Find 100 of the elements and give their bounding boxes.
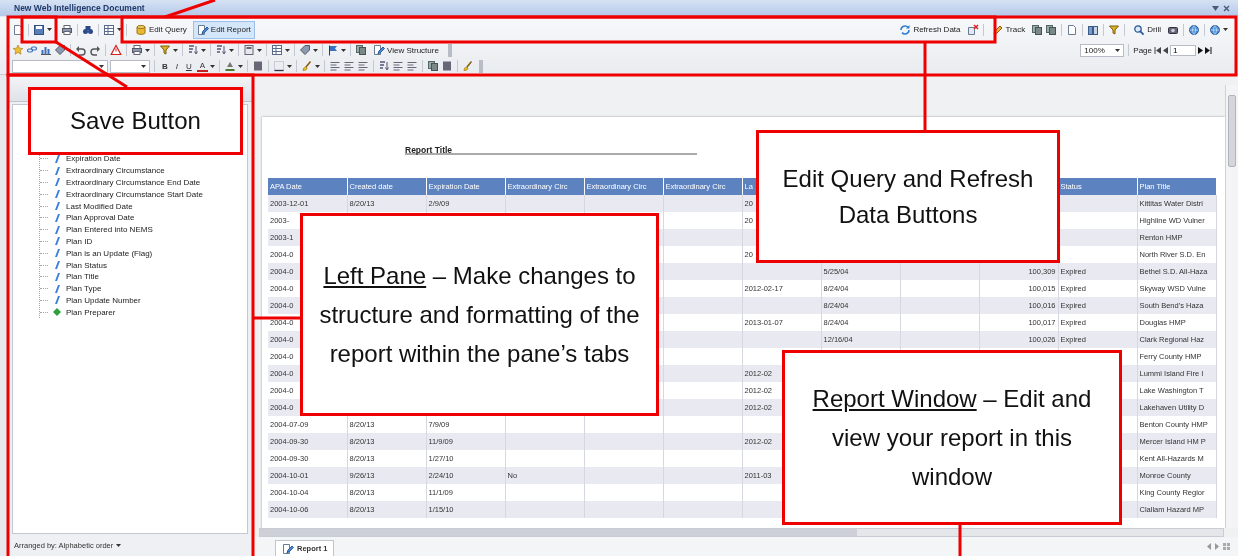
edit-report-button[interactable]: Edit Report [192, 20, 255, 39]
vertical-scrollbar[interactable] [1225, 85, 1238, 528]
tree-item[interactable]: Extraordinary Circumstance End Date [66, 178, 201, 187]
caret-icon[interactable] [173, 48, 178, 52]
tree-item[interactable]: Plan Status [66, 260, 107, 270]
tag-icon[interactable] [54, 44, 66, 56]
brush-icon[interactable] [462, 60, 475, 72]
align-icon[interactable] [357, 60, 370, 72]
sort-icon[interactable] [215, 44, 227, 56]
tree-item[interactable]: Last Modified Date [66, 201, 133, 211]
undo-icon[interactable] [75, 44, 87, 56]
refresh-icon [899, 23, 912, 36]
caret-icon[interactable] [145, 48, 150, 52]
caret-icon[interactable] [117, 28, 122, 31]
document-icon[interactable] [1066, 23, 1079, 36]
filter-icon[interactable] [159, 44, 171, 56]
document-icon[interactable] [12, 23, 24, 36]
sort-icon[interactable] [187, 44, 199, 56]
caret-icon[interactable] [99, 64, 104, 68]
caret-icon[interactable] [285, 48, 290, 52]
track-button[interactable]: Track [987, 20, 1030, 39]
next-page-icon[interactable] [1198, 46, 1203, 54]
caret-icon[interactable] [287, 64, 293, 68]
first-page-icon[interactable] [1154, 46, 1161, 54]
drill-button[interactable]: Drill [1129, 20, 1165, 39]
printer-icon[interactable] [131, 44, 143, 56]
tree-item[interactable]: Plan Type [66, 284, 102, 294]
callout-text: Save Button [70, 106, 201, 136]
link-icon[interactable] [26, 44, 38, 56]
tree-item[interactable]: Expiration Date [66, 154, 121, 164]
globe-icon[interactable] [1188, 23, 1200, 36]
printer-icon[interactable] [61, 23, 73, 36]
format-button[interactable]: U [183, 61, 195, 71]
format-button[interactable]: B [159, 61, 171, 71]
tree-item[interactable]: Plan Update Number [66, 295, 141, 305]
pages-icon[interactable] [1031, 23, 1044, 36]
tree-item[interactable]: Plan is an Update (Flag) [66, 248, 153, 258]
caret-icon[interactable] [257, 48, 262, 52]
filter-icon[interactable] [1108, 23, 1121, 36]
align-icon[interactable] [343, 60, 356, 72]
horizontal-scrollbar[interactable] [259, 528, 1224, 537]
delete-icon[interactable] [966, 23, 979, 36]
tree-item[interactable]: Plan Title [66, 272, 99, 282]
columns-icon[interactable] [1087, 23, 1100, 36]
align-icon[interactable] [329, 60, 342, 72]
brush-icon[interactable] [301, 60, 314, 72]
chart-icon[interactable] [40, 44, 52, 56]
caret-icon[interactable] [141, 64, 146, 68]
caret-icon[interactable] [201, 48, 206, 52]
format-button[interactable]: I [172, 61, 181, 71]
caret-icon[interactable] [341, 48, 346, 52]
redo-icon[interactable] [89, 44, 101, 56]
sort-icon[interactable] [378, 60, 391, 72]
tree-item[interactable]: Plan Entered into NEMS [66, 225, 153, 235]
page-field[interactable]: 1 [1170, 44, 1196, 56]
font-dropdown[interactable] [12, 59, 108, 73]
pages-icon[interactable] [427, 60, 440, 72]
binoculars-icon[interactable] [82, 23, 94, 36]
caret-icon[interactable] [1115, 48, 1121, 52]
refresh-data-button[interactable]: Refresh Data [895, 20, 965, 39]
caret-icon[interactable] [1223, 28, 1228, 31]
format-button[interactable]: A [196, 60, 209, 72]
tree-item[interactable]: Plan Approval Date [66, 213, 135, 223]
grid-icon[interactable] [271, 44, 283, 56]
block-icon[interactable] [441, 60, 454, 72]
border-icon[interactable] [273, 60, 286, 72]
view-structure-button[interactable]: View Structure [369, 41, 443, 59]
warning-icon[interactable] [110, 44, 122, 56]
edit-query-button[interactable]: Edit Query [131, 20, 191, 39]
caret-icon[interactable] [229, 48, 234, 52]
caret-icon[interactable] [47, 28, 52, 31]
tree-item[interactable]: Extraordinary Circumstance Start Date [66, 189, 203, 199]
globe-icon[interactable] [1209, 23, 1221, 36]
caret-icon[interactable] [313, 48, 318, 52]
pages-icon[interactable] [355, 44, 367, 56]
flag-icon[interactable] [327, 44, 339, 56]
zoom-dropdown[interactable]: 100% [1080, 43, 1125, 57]
fill-icon[interactable] [224, 60, 237, 72]
report-title[interactable]: Report Title [405, 145, 453, 155]
grid-icon[interactable] [103, 23, 115, 36]
align-icon[interactable] [406, 60, 419, 72]
align-icon[interactable] [392, 60, 405, 72]
pin-icon[interactable] [1212, 4, 1219, 12]
tree-item[interactable]: Plan ID [66, 236, 93, 246]
scroll-right-icon[interactable] [1215, 543, 1219, 550]
tree-item[interactable]: Extraordinary Circumstance [66, 166, 165, 176]
caret-icon[interactable] [315, 64, 321, 68]
block-icon[interactable] [252, 60, 265, 72]
calculator-icon[interactable] [243, 44, 255, 56]
caret-icon[interactable] [116, 543, 122, 547]
star-icon[interactable] [12, 44, 24, 56]
previous-page-icon[interactable] [1163, 46, 1168, 54]
close-icon[interactable] [1223, 4, 1230, 12]
tree-item[interactable]: Plan Preparer [66, 307, 116, 317]
caret-icon[interactable] [210, 64, 216, 68]
tag-icon[interactable] [299, 44, 311, 56]
last-page-icon[interactable] [1205, 46, 1212, 54]
caret-icon[interactable] [238, 64, 244, 68]
scroll-left-icon[interactable] [1207, 543, 1211, 550]
pages-icon[interactable] [1045, 23, 1058, 36]
